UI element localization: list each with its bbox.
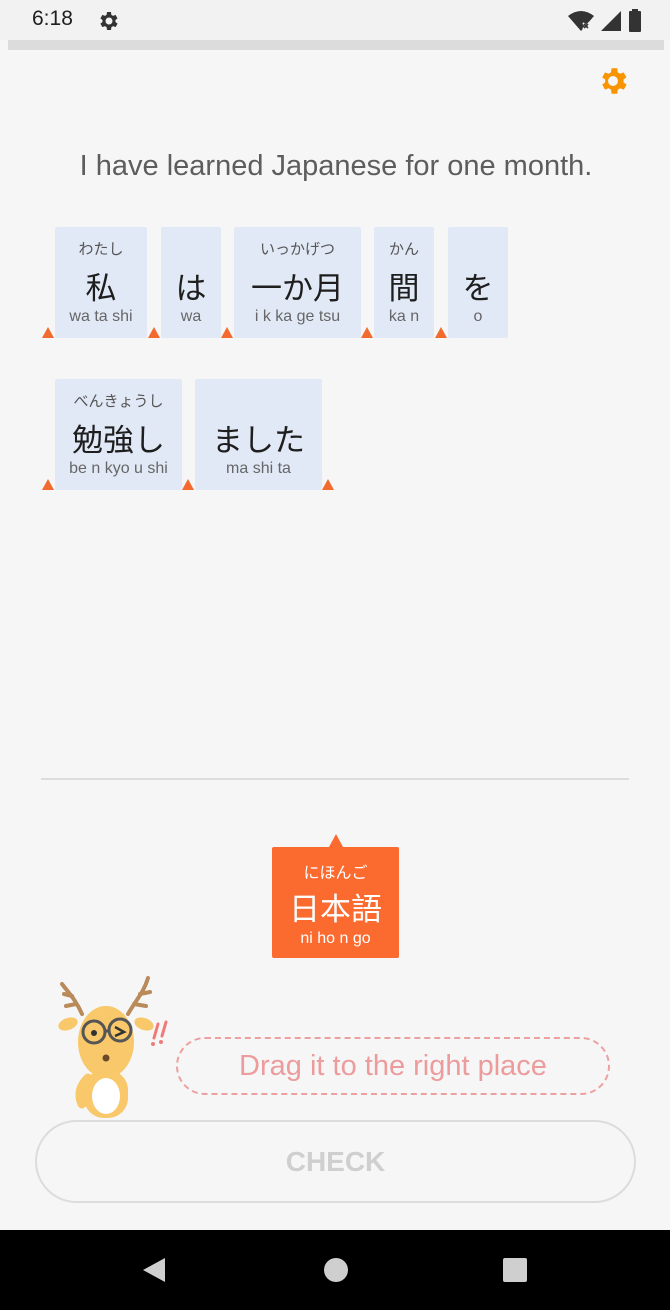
insert-slot-marker[interactable] (435, 327, 447, 338)
answer-tile[interactable]: かん 間 ka n (374, 227, 434, 338)
answer-tile[interactable]: は wa (161, 227, 221, 338)
answer-tile[interactable]: いっかげつ 一か月 i k ka ge tsu (234, 227, 361, 338)
insert-slot-marker[interactable] (322, 479, 334, 490)
tile-word: 私 (85, 271, 117, 307)
status-bar: 6:18 (0, 0, 670, 40)
cellular-signal-icon (601, 11, 621, 31)
check-button[interactable]: CHECK (35, 1120, 636, 1203)
battery-icon (629, 9, 641, 32)
tile-romaji: wa ta shi (69, 308, 133, 325)
deer-mascot-icon (58, 976, 168, 1118)
tile-romaji: wa (180, 308, 202, 325)
tile-word: 勉強し (72, 423, 165, 459)
app-frame: I have learned Japanese for one month. わ… (8, 40, 664, 1230)
draggable-word-tile[interactable]: にほんご 日本語 ni ho n go (272, 834, 399, 958)
wifi-icon (568, 11, 594, 31)
tile-word: ました (212, 423, 305, 459)
insert-slot-marker[interactable] (42, 479, 54, 490)
insert-slot-marker[interactable] (182, 479, 194, 490)
prompt-sentence: I have learned Japanese for one month. (79, 150, 593, 182)
tile-furigana: かん (388, 240, 419, 258)
settings-gear-icon (100, 12, 118, 30)
gear-icon[interactable] (596, 64, 630, 98)
tile-romaji: be n kyo u shi (69, 460, 168, 477)
navigation-bar (0, 1230, 670, 1310)
insert-slot-marker[interactable] (361, 327, 373, 338)
answer-tile[interactable]: を o (448, 227, 508, 338)
status-icons (568, 8, 642, 34)
answer-tile[interactable]: ました ma shi ta (195, 379, 322, 490)
tile-furigana: いっかげつ (259, 240, 335, 258)
tile-word: 間 (388, 271, 420, 307)
tile-word: は (175, 271, 207, 307)
recents-icon[interactable] (503, 1258, 527, 1282)
drag-tile-romaji: ni ho n go (300, 930, 371, 947)
back-icon[interactable] (141, 1257, 167, 1283)
tile-romaji: ka n (388, 308, 420, 325)
tile-word: 一か月 (251, 271, 344, 307)
hint-drop-zone: Drag it to the right place (176, 1037, 610, 1095)
tile-romaji: ma shi ta (226, 460, 291, 477)
insert-slot-marker[interactable] (148, 327, 160, 338)
tile-furigana: べんきょうし (73, 392, 164, 410)
home-icon[interactable] (323, 1257, 349, 1283)
answer-tile[interactable]: べんきょうし 勉強し be n kyo u shi (55, 379, 182, 490)
tile-furigana: わたし (78, 240, 124, 258)
tile-romaji: i k ka ge tsu (254, 308, 341, 325)
insert-slot-marker[interactable] (221, 327, 233, 338)
drag-tile-furigana: にほんご (303, 863, 368, 882)
drag-tile-word: 日本語 (289, 892, 382, 928)
tile-romaji: o (473, 308, 483, 325)
answer-tile[interactable]: わたし 私 wa ta shi (55, 227, 147, 338)
status-time: 6:18 (32, 7, 73, 30)
section-divider (41, 778, 629, 780)
insert-slot-marker[interactable] (42, 327, 54, 338)
top-divider (8, 40, 664, 50)
tile-word: を (462, 271, 494, 307)
drag-pointer (329, 834, 343, 847)
